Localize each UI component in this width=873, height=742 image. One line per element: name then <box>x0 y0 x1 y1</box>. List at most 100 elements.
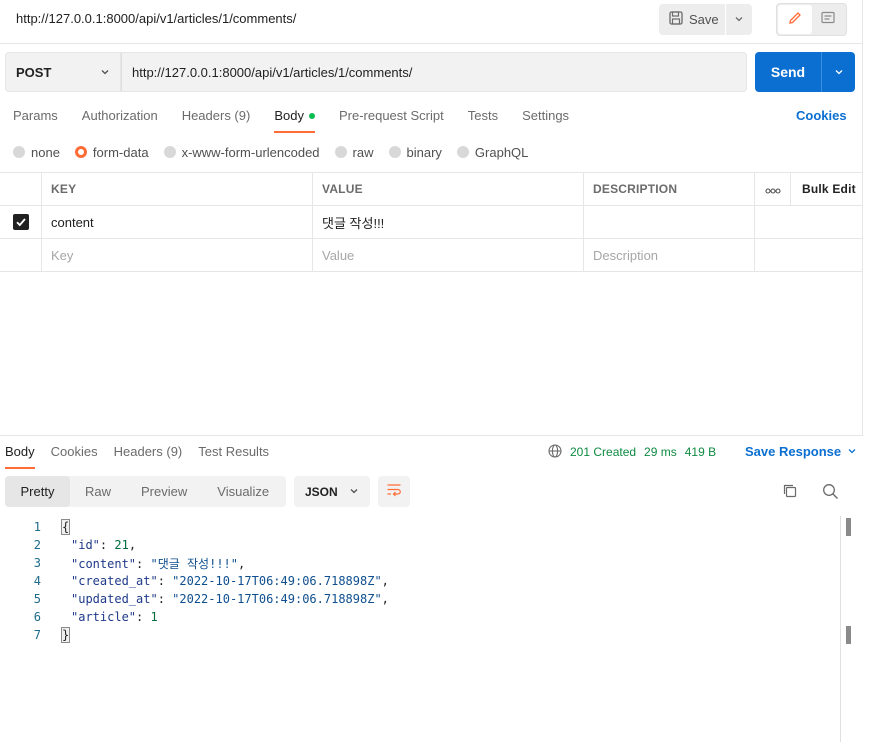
radio-label: GraphQL <box>474 144 529 160</box>
value-input[interactable]: Value <box>313 239 584 271</box>
value-column-header: VALUE <box>313 173 584 205</box>
row-enabled-checkbox[interactable] <box>0 206 42 238</box>
more-icon <box>764 182 781 197</box>
save-icon <box>669 11 683 28</box>
response-size[interactable]: 419 B <box>685 445 716 459</box>
code-text: { <box>41 519 71 535</box>
json-sep: : <box>157 592 173 606</box>
copy-icon[interactable] <box>782 483 798 502</box>
search-icon[interactable] <box>822 483 839 503</box>
status-badge[interactable]: 201 Created <box>570 445 636 459</box>
save-button[interactable]: Save <box>659 4 726 35</box>
value-cell[interactable]: 댓글 작성!!! <box>313 206 584 238</box>
save-response-button[interactable]: Save Response <box>745 444 857 459</box>
tab-label: Tests <box>467 108 499 123</box>
tab-label: Authorization <box>81 108 158 123</box>
tab-label: Params <box>13 108 58 123</box>
key-cell[interactable]: content <box>42 206 313 238</box>
view-visualize[interactable]: Visualize <box>202 476 284 507</box>
table-row: content 댓글 작성!!! <box>0 206 863 239</box>
more-options-button[interactable] <box>755 173 791 205</box>
json-key: "created_at" <box>71 574 158 588</box>
tab-response-body[interactable]: Body <box>5 444 35 469</box>
response-view-tabs: Pretty Raw Preview Visualize <box>5 476 286 507</box>
body-type-none[interactable]: none <box>13 145 60 160</box>
radio-label: none <box>31 144 60 160</box>
tab-response-cookies[interactable]: Cookies <box>51 444 98 468</box>
tab-label: Headers (9) <box>113 444 183 459</box>
tab-params[interactable]: Params <box>13 108 58 132</box>
code-line: 1 { <box>0 518 840 536</box>
table-row-empty: Key Value Description <box>0 239 863 272</box>
json-value: "2022-10-17T06:49:06.718898Z" <box>172 574 382 588</box>
body-type-form-data[interactable]: form-data <box>74 144 149 160</box>
cookies-link[interactable]: Cookies <box>796 108 847 123</box>
scrollbar-marker[interactable] <box>846 626 851 644</box>
request-title[interactable]: http://127.0.0.1:8000/api/v1/articles/1/… <box>16 11 296 26</box>
body-type-graphql[interactable]: GraphQL <box>456 144 529 160</box>
json-comma: , <box>238 556 246 571</box>
tab-label: Test Results <box>198 444 270 459</box>
response-divider[interactable] <box>0 435 863 436</box>
json-value: "2022-10-17T06:49:06.718898Z" <box>172 592 382 606</box>
radio-button <box>13 146 25 158</box>
scrollbar-marker[interactable] <box>846 518 851 536</box>
wrap-icon <box>386 483 402 500</box>
body-type-urlencoded[interactable]: x-www-form-urlencoded <box>163 145 320 160</box>
tab-label: Headers (9) <box>181 108 251 123</box>
tab-tests[interactable]: Tests <box>468 108 498 132</box>
key-input[interactable]: Key <box>42 239 313 271</box>
json-open-brace: { <box>61 519 71 535</box>
send-group: Send <box>755 52 855 92</box>
json-sep: : <box>157 574 173 588</box>
code-line: 4 "created_at": "2022-10-17T06:49:06.718… <box>0 572 840 590</box>
code-text: "content": "댓글 작성!!!", <box>41 555 245 572</box>
edit-mode-button[interactable] <box>778 5 812 34</box>
comment-mode-button[interactable] <box>812 5 846 34</box>
bulk-edit-button[interactable]: Bulk Edit <box>791 173 863 205</box>
format-select[interactable]: JSON <box>294 476 370 507</box>
code-line: 2 "id": 21, <box>0 536 840 554</box>
code-text: "updated_at": "2022-10-17T06:49:06.71889… <box>41 592 389 606</box>
response-body-code[interactable]: 1 { 2 "id": 21, 3 "content": "댓글 작성!!!",… <box>0 518 840 644</box>
body-type-binary[interactable]: binary <box>388 145 442 160</box>
body-type-raw[interactable]: raw <box>334 144 374 160</box>
comment-icon <box>820 10 836 29</box>
view-pretty[interactable]: Pretty <box>5 476 70 507</box>
tab-headers[interactable]: Headers (9) <box>182 108 251 132</box>
json-comma: , <box>381 574 389 588</box>
radio-label: raw <box>352 144 374 160</box>
tab-body[interactable]: Body <box>274 108 315 133</box>
send-options-button[interactable] <box>822 52 855 92</box>
response-time[interactable]: 29 ms <box>644 445 677 459</box>
view-preview[interactable]: Preview <box>126 476 202 507</box>
code-text: "created_at": "2022-10-17T06:49:06.71889… <box>41 574 389 588</box>
tab-authorization[interactable]: Authorization <box>82 108 158 132</box>
tab-response-headers[interactable]: Headers (9) <box>114 444 183 468</box>
save-response-label: Save Response <box>745 444 842 459</box>
radio-button <box>388 146 401 158</box>
globe-icon[interactable] <box>548 443 562 461</box>
radio-label: form-data <box>92 144 149 160</box>
description-input[interactable]: Description <box>584 239 755 271</box>
url-input[interactable]: http://127.0.0.1:8000/api/v1/articles/1/… <box>121 52 747 92</box>
code-line: 5 "updated_at": "2022-10-17T06:49:06.718… <box>0 590 840 608</box>
tab-pre-request-script[interactable]: Pre-request Script <box>339 108 444 132</box>
json-key: "content" <box>71 556 137 571</box>
method-select[interactable]: POST <box>5 52 121 92</box>
panel-border <box>862 0 863 436</box>
checkmark-icon <box>12 214 29 230</box>
json-key: "updated_at" <box>71 592 158 606</box>
save-options-button[interactable] <box>726 4 752 35</box>
key-column-header: KEY <box>42 173 313 205</box>
send-button[interactable]: Send <box>755 52 822 92</box>
scrollbar-track[interactable] <box>840 516 841 742</box>
chevron-down-icon <box>349 485 359 499</box>
view-raw[interactable]: Raw <box>70 476 126 507</box>
description-cell[interactable] <box>584 206 755 238</box>
wrap-lines-button[interactable] <box>378 476 410 507</box>
json-value: 1 <box>150 610 158 624</box>
tab-settings[interactable]: Settings <box>522 108 569 132</box>
radio-button <box>334 146 347 158</box>
tab-test-results[interactable]: Test Results <box>198 444 269 468</box>
